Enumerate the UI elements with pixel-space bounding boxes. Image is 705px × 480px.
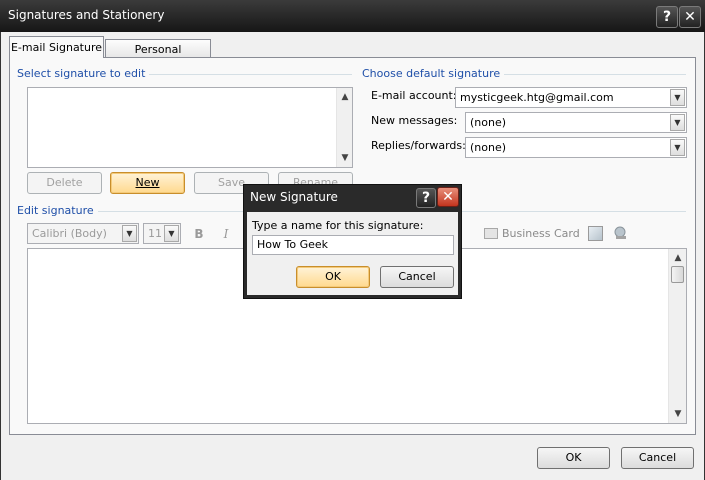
default-signature-label: Choose default signature [362,67,505,80]
insert-picture-icon[interactable] [588,226,603,241]
new-signature-dialog: New Signature ? ✕ Type a name for this s… [243,184,462,299]
divider [136,74,352,75]
new-messages-value: (none) [470,116,507,129]
chevron-down-icon[interactable]: ▼ [670,114,685,131]
tab-personal-stationery[interactable]: Personal Stationery [105,39,211,75]
new-messages-select[interactable]: (none) ▼ [465,112,687,133]
signature-list-scrollbar[interactable]: ▲ ▼ [336,88,352,167]
replies-forwards-label: Replies/forwards: [371,139,466,152]
dialog-cancel-button[interactable]: Cancel [380,266,454,288]
scroll-down-icon[interactable]: ▼ [338,151,352,165]
email-account-select[interactable]: mysticgeek.htg@gmail.com ▼ [455,87,687,108]
chevron-down-icon[interactable]: ▼ [670,139,685,156]
tab-email-signature-label: E-mail Signature [10,41,103,54]
business-card-button[interactable]: Business Card [502,227,580,240]
help-icon[interactable]: ? [656,6,678,28]
business-card-icon [484,228,498,239]
email-account-value: mysticgeek.htg@gmail.com [460,91,614,104]
select-signature-label: Select signature to edit [17,67,150,80]
chevron-down-icon[interactable]: ▼ [670,89,685,106]
new-button[interactable]: New [110,172,185,194]
new-button-label: New [135,176,160,189]
chevron-down-icon[interactable]: ▼ [122,225,137,242]
name-prompt-label: Type a name for this signature: [252,219,424,232]
signature-name-value: How To Geek [257,238,329,251]
chevron-down-icon[interactable]: ▼ [164,225,179,242]
title-bar: Signatures and Stationery ? ✕ [0,0,705,32]
dialog-title: New Signature [250,190,338,204]
scroll-up-icon[interactable]: ▲ [338,90,352,104]
font-size-select[interactable]: 11 ▼ [143,223,181,244]
dialog-ok-button[interactable]: OK [296,266,370,288]
scroll-thumb[interactable] [671,266,684,283]
font-select[interactable]: Calibri (Body) ▼ [27,223,139,244]
close-icon[interactable]: ✕ [437,187,459,207]
help-icon[interactable]: ? [416,188,436,208]
signature-name-input[interactable]: How To Geek [252,235,454,255]
replies-forwards-select[interactable]: (none) ▼ [465,137,687,158]
dialog-body: Type a name for this signature: How To G… [247,212,458,295]
hyperlink-icon[interactable] [613,226,628,241]
divider [488,74,686,75]
scroll-up-icon[interactable]: ▲ [671,251,685,265]
window-title: Signatures and Stationery [8,8,165,22]
cancel-button[interactable]: Cancel [621,447,694,469]
replies-forwards-value: (none) [470,141,507,154]
close-icon[interactable]: ✕ [679,6,701,28]
edit-signature-label: Edit signature [17,204,98,217]
italic-icon[interactable]: I [219,226,233,242]
tab-email-signature[interactable]: E-mail Signature [9,36,104,58]
font-value: Calibri (Body) [32,227,107,240]
new-messages-label: New messages: [371,114,458,127]
font-size-value: 11 [148,227,162,240]
scroll-down-icon[interactable]: ▼ [671,407,685,421]
delete-button[interactable]: Delete [27,172,102,194]
signatures-window: Signatures and Stationery ? ✕ E-mail Sig… [0,0,705,480]
email-account-label: E-mail account: [371,89,457,102]
signature-list[interactable]: ▲ ▼ [27,87,353,168]
bold-icon[interactable]: B [192,226,206,242]
ok-button[interactable]: OK [537,447,610,469]
editor-scrollbar[interactable]: ▲ ▼ [668,249,686,423]
